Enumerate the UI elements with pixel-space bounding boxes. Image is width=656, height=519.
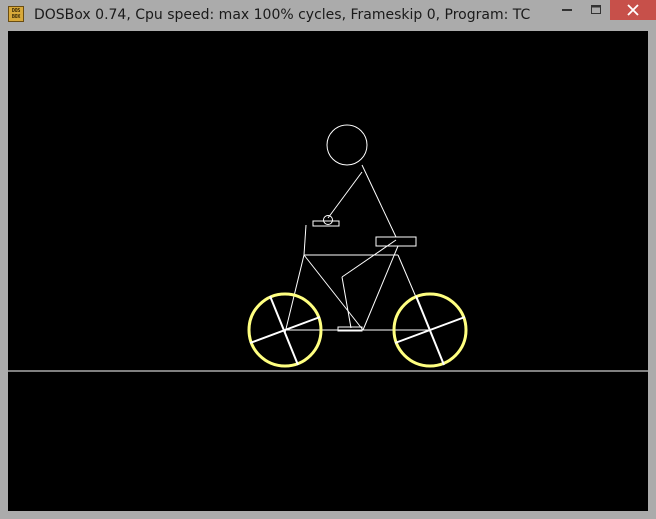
window-controls <box>552 0 656 22</box>
rider-arm <box>327 171 363 219</box>
dosbox-icon[interactable]: DOS BOX <box>8 6 24 22</box>
rider-torso <box>361 164 397 238</box>
maximize-icon <box>590 5 601 14</box>
window-title: DOSBox 0.74, Cpu speed: max 100% cycles,… <box>34 7 531 23</box>
bicycle <box>284 215 431 334</box>
maximize-button[interactable] <box>581 0 610 20</box>
head-tube <box>303 224 307 256</box>
dos-screen[interactable] <box>8 31 648 511</box>
bike-seat <box>375 236 417 247</box>
scene-canvas <box>8 124 648 372</box>
close-button[interactable] <box>610 0 656 20</box>
minimize-button[interactable] <box>552 0 581 20</box>
minimize-icon <box>561 9 572 11</box>
dosbox-window: DOS BOX DOSBox 0.74, Cpu speed: max 100%… <box>0 0 656 519</box>
rider-shin <box>341 276 352 329</box>
handlebar-grip <box>323 215 333 225</box>
title-bar[interactable]: DOS BOX DOSBox 0.74, Cpu speed: max 100%… <box>0 0 656 31</box>
rider-head <box>326 124 368 166</box>
close-icon <box>627 4 639 16</box>
